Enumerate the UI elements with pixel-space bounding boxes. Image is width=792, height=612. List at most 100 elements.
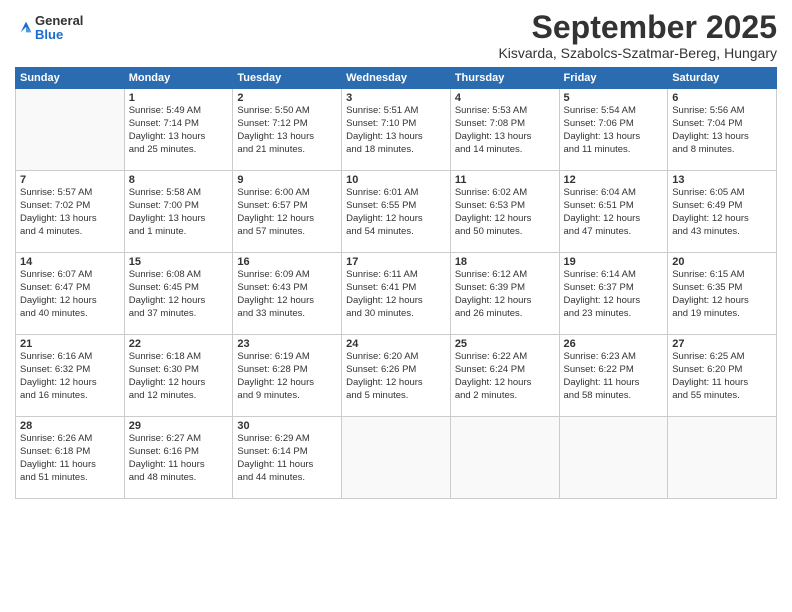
day-info: Sunset: 6:20 PM bbox=[672, 364, 772, 377]
day-info: Sunrise: 6:29 AM bbox=[237, 433, 337, 446]
calendar-header-row: Sunday Monday Tuesday Wednesday Thursday… bbox=[16, 68, 777, 89]
table-row: 7Sunrise: 5:57 AMSunset: 7:02 PMDaylight… bbox=[16, 171, 125, 253]
day-info: and 57 minutes. bbox=[237, 226, 337, 239]
header-wednesday: Wednesday bbox=[342, 68, 451, 89]
table-row: 14Sunrise: 6:07 AMSunset: 6:47 PMDayligh… bbox=[16, 253, 125, 335]
day-info: Sunset: 7:08 PM bbox=[455, 118, 555, 131]
day-info: Daylight: 12 hours bbox=[237, 377, 337, 390]
table-row: 28Sunrise: 6:26 AMSunset: 6:18 PMDayligh… bbox=[16, 417, 125, 499]
day-info: Daylight: 12 hours bbox=[455, 295, 555, 308]
day-number: 21 bbox=[20, 338, 120, 350]
day-info: Daylight: 11 hours bbox=[20, 459, 120, 472]
table-row: 5Sunrise: 5:54 AMSunset: 7:06 PMDaylight… bbox=[559, 89, 668, 171]
table-row: 3Sunrise: 5:51 AMSunset: 7:10 PMDaylight… bbox=[342, 89, 451, 171]
day-info: and 18 minutes. bbox=[346, 144, 446, 157]
day-number: 16 bbox=[237, 256, 337, 268]
day-info: Sunset: 6:43 PM bbox=[237, 282, 337, 295]
table-row: 16Sunrise: 6:09 AMSunset: 6:43 PMDayligh… bbox=[233, 253, 342, 335]
day-info: Daylight: 11 hours bbox=[564, 377, 664, 390]
day-number: 25 bbox=[455, 338, 555, 350]
day-info: Sunset: 6:57 PM bbox=[237, 200, 337, 213]
header-thursday: Thursday bbox=[450, 68, 559, 89]
day-info: Sunset: 6:55 PM bbox=[346, 200, 446, 213]
day-number: 1 bbox=[129, 92, 229, 104]
day-info: and 9 minutes. bbox=[237, 390, 337, 403]
day-info: and 16 minutes. bbox=[20, 390, 120, 403]
day-info: Sunrise: 5:49 AM bbox=[129, 105, 229, 118]
day-info: Sunset: 6:39 PM bbox=[455, 282, 555, 295]
table-row bbox=[559, 417, 668, 499]
day-info: Sunrise: 6:19 AM bbox=[237, 351, 337, 364]
day-info: Sunrise: 5:50 AM bbox=[237, 105, 337, 118]
day-info: Sunset: 6:24 PM bbox=[455, 364, 555, 377]
day-info: Daylight: 13 hours bbox=[129, 213, 229, 226]
day-info: and 19 minutes. bbox=[672, 308, 772, 321]
day-info: Sunset: 6:26 PM bbox=[346, 364, 446, 377]
day-info: Sunset: 7:00 PM bbox=[129, 200, 229, 213]
header-friday: Friday bbox=[559, 68, 668, 89]
day-info: Daylight: 13 hours bbox=[564, 131, 664, 144]
day-number: 5 bbox=[564, 92, 664, 104]
title-block: September 2025 Kisvarda, Szabolcs-Szatma… bbox=[498, 10, 777, 61]
day-info: Sunset: 6:28 PM bbox=[237, 364, 337, 377]
day-info: Sunrise: 5:51 AM bbox=[346, 105, 446, 118]
day-info: Sunrise: 5:54 AM bbox=[564, 105, 664, 118]
table-row: 9Sunrise: 6:00 AMSunset: 6:57 PMDaylight… bbox=[233, 171, 342, 253]
day-info: Daylight: 12 hours bbox=[346, 295, 446, 308]
logo-blue: Blue bbox=[35, 28, 83, 42]
day-info: Daylight: 13 hours bbox=[672, 131, 772, 144]
table-row: 17Sunrise: 6:11 AMSunset: 6:41 PMDayligh… bbox=[342, 253, 451, 335]
table-row: 12Sunrise: 6:04 AMSunset: 6:51 PMDayligh… bbox=[559, 171, 668, 253]
day-info: and 25 minutes. bbox=[129, 144, 229, 157]
day-info: and 48 minutes. bbox=[129, 472, 229, 485]
day-number: 10 bbox=[346, 174, 446, 186]
table-row: 21Sunrise: 6:16 AMSunset: 6:32 PMDayligh… bbox=[16, 335, 125, 417]
day-number: 24 bbox=[346, 338, 446, 350]
day-info: and 21 minutes. bbox=[237, 144, 337, 157]
day-info: Sunset: 6:18 PM bbox=[20, 446, 120, 459]
day-info: Sunrise: 6:09 AM bbox=[237, 269, 337, 282]
day-info: and 12 minutes. bbox=[129, 390, 229, 403]
day-number: 26 bbox=[564, 338, 664, 350]
day-info: Sunset: 6:14 PM bbox=[237, 446, 337, 459]
day-info: Daylight: 11 hours bbox=[237, 459, 337, 472]
table-row: 11Sunrise: 6:02 AMSunset: 6:53 PMDayligh… bbox=[450, 171, 559, 253]
header: General Blue September 2025 Kisvarda, Sz… bbox=[15, 10, 777, 61]
day-info: Sunset: 7:02 PM bbox=[20, 200, 120, 213]
day-number: 13 bbox=[672, 174, 772, 186]
day-info: Sunrise: 6:25 AM bbox=[672, 351, 772, 364]
day-info: Sunset: 7:04 PM bbox=[672, 118, 772, 131]
logo-text: General Blue bbox=[35, 14, 83, 43]
day-info: Sunset: 6:22 PM bbox=[564, 364, 664, 377]
table-row: 2Sunrise: 5:50 AMSunset: 7:12 PMDaylight… bbox=[233, 89, 342, 171]
day-info: and 33 minutes. bbox=[237, 308, 337, 321]
day-info: Sunset: 6:53 PM bbox=[455, 200, 555, 213]
day-number: 28 bbox=[20, 420, 120, 432]
header-monday: Monday bbox=[124, 68, 233, 89]
day-number: 7 bbox=[20, 174, 120, 186]
month-title: September 2025 bbox=[498, 10, 777, 45]
table-row bbox=[668, 417, 777, 499]
day-number: 22 bbox=[129, 338, 229, 350]
day-info: and 14 minutes. bbox=[455, 144, 555, 157]
day-info: Sunset: 6:45 PM bbox=[129, 282, 229, 295]
logo-icon bbox=[17, 18, 35, 36]
header-sunday: Sunday bbox=[16, 68, 125, 89]
day-info: Daylight: 12 hours bbox=[346, 213, 446, 226]
day-info: Sunrise: 6:11 AM bbox=[346, 269, 446, 282]
day-number: 23 bbox=[237, 338, 337, 350]
day-info: Sunset: 7:14 PM bbox=[129, 118, 229, 131]
day-number: 8 bbox=[129, 174, 229, 186]
day-info: Daylight: 13 hours bbox=[129, 131, 229, 144]
logo-general: General bbox=[35, 14, 83, 28]
table-row: 10Sunrise: 6:01 AMSunset: 6:55 PMDayligh… bbox=[342, 171, 451, 253]
day-number: 20 bbox=[672, 256, 772, 268]
table-row: 26Sunrise: 6:23 AMSunset: 6:22 PMDayligh… bbox=[559, 335, 668, 417]
day-info: and 43 minutes. bbox=[672, 226, 772, 239]
day-info: and 37 minutes. bbox=[129, 308, 229, 321]
day-info: Sunrise: 6:00 AM bbox=[237, 187, 337, 200]
day-info: Daylight: 13 hours bbox=[346, 131, 446, 144]
day-info: Daylight: 12 hours bbox=[237, 295, 337, 308]
day-info: Daylight: 12 hours bbox=[129, 377, 229, 390]
calendar-week-row: 28Sunrise: 6:26 AMSunset: 6:18 PMDayligh… bbox=[16, 417, 777, 499]
